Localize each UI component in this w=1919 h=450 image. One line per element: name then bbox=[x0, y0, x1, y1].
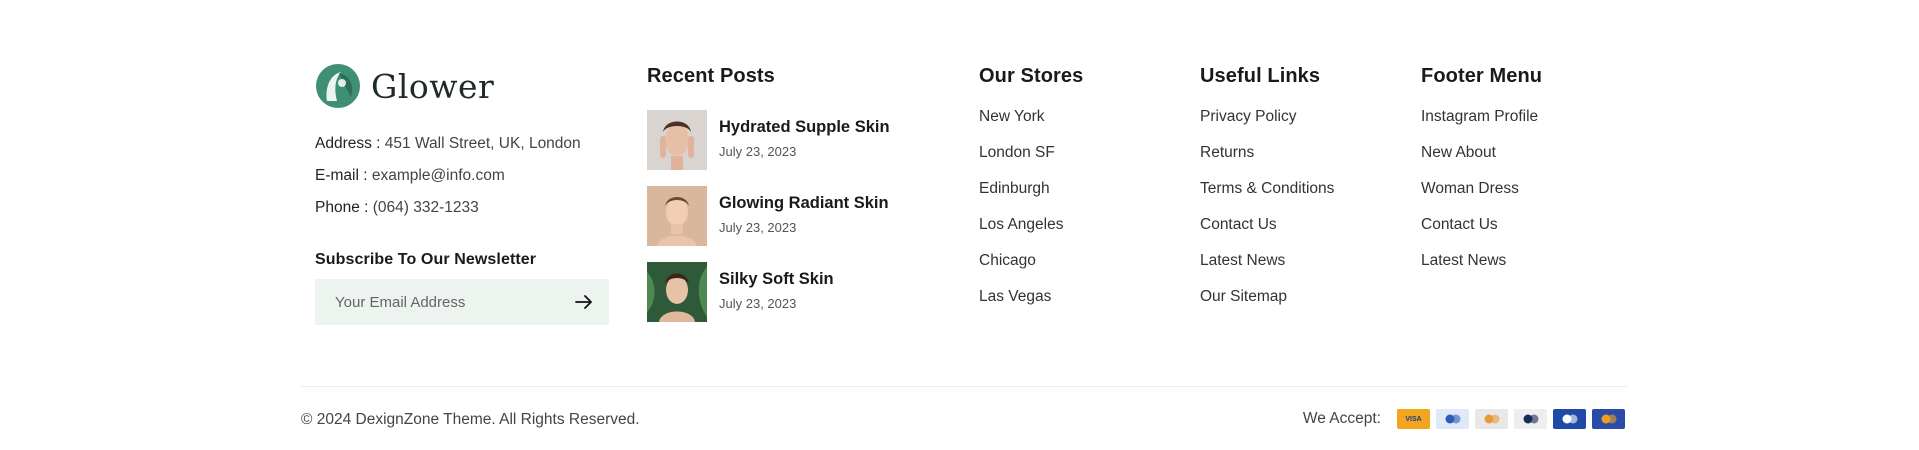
list-item: Latest News bbox=[1200, 251, 1400, 287]
list-item: Privacy Policy bbox=[1200, 107, 1400, 143]
woman-leaves-image-icon bbox=[647, 262, 707, 322]
recent-posts-list: Hydrated Supple Skin July 23, 2023 Glowi… bbox=[647, 110, 947, 322]
brand-name: Glower bbox=[371, 66, 495, 106]
list-item: Las Vegas bbox=[979, 287, 1179, 323]
post-title[interactable]: Glowing Radiant Skin bbox=[719, 192, 889, 214]
list-item: Returns bbox=[1200, 143, 1400, 179]
store-link[interactable]: Chicago bbox=[979, 252, 1036, 269]
list-item: Edinburgh bbox=[979, 179, 1179, 215]
useful-link[interactable]: Latest News bbox=[1200, 252, 1285, 269]
newsletter-form bbox=[315, 279, 609, 325]
footer-menu-link[interactable]: Woman Dress bbox=[1421, 180, 1519, 197]
footer-divider bbox=[301, 386, 1627, 387]
footer-menu-list: Instagram Profile New About Woman Dress … bbox=[1421, 107, 1621, 287]
post-date: July 23, 2023 bbox=[719, 144, 797, 159]
store-link[interactable]: Edinburgh bbox=[979, 180, 1050, 197]
post-date: July 23, 2023 bbox=[719, 296, 797, 311]
amex-card-icon bbox=[1553, 409, 1586, 429]
post-title[interactable]: Silky Soft Skin bbox=[719, 268, 834, 290]
stores-list: New York London SF Edinburgh Los Angeles… bbox=[979, 107, 1179, 323]
copyright-text: © 2024 DexignZone Theme. All Rights Rese… bbox=[301, 411, 640, 428]
list-item: Woman Dress bbox=[1421, 179, 1621, 215]
mastercard-light-icon bbox=[1475, 409, 1508, 429]
post-body: Silky Soft Skin July 23, 2023 bbox=[719, 262, 834, 311]
post-thumbnail[interactable] bbox=[647, 110, 707, 170]
list-item: New York bbox=[979, 107, 1179, 143]
stores-column: Our Stores New York London SF Edinburgh … bbox=[979, 62, 1179, 323]
post-body: Glowing Radiant Skin July 23, 2023 bbox=[719, 186, 889, 235]
footer-top: Glower Address : 451 Wall Street, UK, Lo… bbox=[0, 0, 1919, 385]
useful-links-title: Useful Links bbox=[1200, 65, 1321, 87]
we-accept-label: We Accept: bbox=[1302, 410, 1381, 427]
store-link[interactable]: Las Vegas bbox=[979, 288, 1051, 305]
post-title[interactable]: Hydrated Supple Skin bbox=[719, 116, 890, 138]
post-body: Hydrated Supple Skin July 23, 2023 bbox=[719, 110, 890, 159]
address-label: Address : bbox=[315, 135, 381, 152]
footer-menu-title: Footer Menu bbox=[1421, 65, 1543, 87]
useful-link[interactable]: Our Sitemap bbox=[1200, 288, 1287, 305]
list-item: Instagram Profile bbox=[1421, 107, 1621, 143]
logo[interactable]: Glower bbox=[315, 62, 615, 110]
post-thumbnail[interactable] bbox=[647, 262, 707, 322]
store-link[interactable]: Los Angeles bbox=[979, 216, 1063, 233]
recent-posts-title: Recent Posts bbox=[647, 65, 775, 87]
mastercard-icon bbox=[1592, 409, 1625, 429]
woman-face-image-icon bbox=[647, 110, 707, 170]
store-link[interactable]: London SF bbox=[979, 144, 1055, 161]
footer-menu-link[interactable]: Latest News bbox=[1421, 252, 1506, 269]
list-item: Contact Us bbox=[1421, 215, 1621, 251]
phone-value[interactable]: (064) 332-1233 bbox=[373, 199, 479, 216]
glower-logo-icon bbox=[316, 64, 360, 108]
useful-link[interactable]: Returns bbox=[1200, 144, 1254, 161]
list-item: London SF bbox=[979, 143, 1179, 179]
list-item: Chicago bbox=[979, 251, 1179, 287]
visa-card-icon: VISA bbox=[1397, 409, 1430, 429]
arrow-right-icon bbox=[575, 295, 592, 309]
payment-cards: VISA bbox=[1397, 409, 1625, 429]
useful-links-column: Useful Links Privacy Policy Returns Term… bbox=[1200, 62, 1400, 323]
email-value[interactable]: example@info.com bbox=[372, 167, 505, 184]
footer-menu-link[interactable]: Contact Us bbox=[1421, 216, 1498, 233]
post-date: July 23, 2023 bbox=[719, 220, 797, 235]
footer-menu-link[interactable]: Instagram Profile bbox=[1421, 108, 1538, 125]
bank-card-icon bbox=[1436, 409, 1469, 429]
useful-link[interactable]: Contact Us bbox=[1200, 216, 1277, 233]
diners-card-icon bbox=[1514, 409, 1547, 429]
list-item: Latest News bbox=[1421, 251, 1621, 287]
list-item: New About bbox=[1421, 143, 1621, 179]
phone-row: Phone : (064) 332-1233 bbox=[315, 192, 615, 224]
address-value: 451 Wall Street, UK, London bbox=[384, 135, 581, 152]
email-label: E-mail : bbox=[315, 167, 368, 184]
email-row: E-mail : example@info.com bbox=[315, 160, 615, 192]
newsletter-title: Subscribe To Our Newsletter bbox=[315, 251, 537, 268]
phone-label: Phone : bbox=[315, 199, 369, 216]
post-item[interactable]: Silky Soft Skin July 23, 2023 bbox=[647, 262, 947, 322]
newsletter-email-input[interactable] bbox=[335, 293, 555, 311]
footer-menu-column: Footer Menu Instagram Profile New About … bbox=[1421, 62, 1621, 287]
payment-methods: We Accept: VISA bbox=[1303, 409, 1625, 429]
useful-link[interactable]: Privacy Policy bbox=[1200, 108, 1296, 125]
stores-title: Our Stores bbox=[979, 65, 1084, 87]
list-item: Contact Us bbox=[1200, 215, 1400, 251]
footer-menu-link[interactable]: New About bbox=[1421, 144, 1496, 161]
post-item[interactable]: Glowing Radiant Skin July 23, 2023 bbox=[647, 186, 947, 246]
useful-links-list: Privacy Policy Returns Terms & Condition… bbox=[1200, 107, 1400, 323]
woman-face-image-icon bbox=[647, 186, 707, 246]
post-item[interactable]: Hydrated Supple Skin July 23, 2023 bbox=[647, 110, 947, 170]
list-item: Our Sitemap bbox=[1200, 287, 1400, 323]
list-item: Los Angeles bbox=[979, 215, 1179, 251]
post-thumbnail[interactable] bbox=[647, 186, 707, 246]
brand-column: Glower Address : 451 Wall Street, UK, Lo… bbox=[315, 62, 615, 325]
list-item: Terms & Conditions bbox=[1200, 179, 1400, 215]
useful-link[interactable]: Terms & Conditions bbox=[1200, 180, 1334, 197]
subscribe-button[interactable] bbox=[573, 291, 595, 313]
contact-info: Address : 451 Wall Street, UK, London E-… bbox=[315, 128, 615, 224]
store-link[interactable]: New York bbox=[979, 108, 1044, 125]
recent-posts-column: Recent Posts Hydrated Supple Skin July 2… bbox=[647, 62, 947, 322]
address-row: Address : 451 Wall Street, UK, London bbox=[315, 128, 615, 160]
